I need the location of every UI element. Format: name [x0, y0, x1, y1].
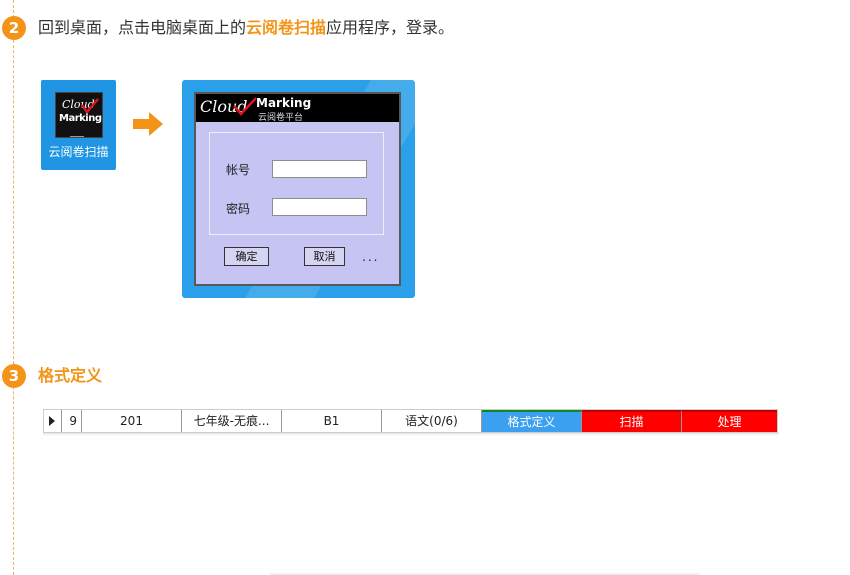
row-shadow: [43, 433, 779, 436]
row-index-cell: 9: [62, 410, 82, 432]
process-button[interactable]: 处理: [682, 410, 777, 432]
step-2-highlight-app-name: 云阅卷扫描: [246, 18, 327, 37]
step-3-title: 格式定义: [38, 366, 103, 385]
brand-marking-text: Marking: [256, 96, 312, 110]
task-table-row[interactable]: 9 201 七年级-无痕... B1 语文(0/6) 格式定义 扫描 处理: [43, 409, 778, 433]
step-2-badge: 2: [2, 16, 26, 40]
password-input[interactable]: [272, 198, 367, 216]
login-form-frame: [209, 132, 384, 235]
arrow-right-icon: [133, 112, 163, 136]
step-2-instruction: 回到桌面，点击电脑桌面上的云阅卷扫描应用程序，登录。: [38, 15, 454, 41]
account-label: 帐号: [226, 163, 251, 177]
scan-button[interactable]: 扫描: [582, 410, 682, 432]
step-2-text-after: 应用程序，登录。: [326, 18, 455, 37]
logo-marking-text: Marking: [59, 113, 102, 124]
desktop-app-icon[interactable]: Cloud Marking 云阅卷扫描: [41, 80, 116, 170]
row-selector[interactable]: [44, 410, 62, 432]
subject-cell: 语文(0/6): [382, 410, 482, 432]
exam-name-cell: 七年级-无痕...: [182, 410, 282, 432]
login-cancel-button[interactable]: 取消: [304, 247, 345, 266]
login-dialog-screenshot: Cloud Marking 云阅卷平台 帐号 密码 确定 取消 ...: [182, 80, 415, 298]
cloudmarking-logo-icon: Cloud Marking: [55, 92, 103, 138]
format-definition-button[interactable]: 格式定义: [482, 410, 582, 432]
exam-id-cell: 201: [82, 410, 182, 432]
password-label: 密码: [226, 202, 251, 216]
account-input[interactable]: [272, 160, 367, 178]
login-ok-button[interactable]: 确定: [224, 247, 269, 266]
login-header-banner: Cloud Marking 云阅卷平台: [196, 94, 399, 122]
step-timeline: [13, 0, 14, 575]
shortcut-arrow-icon: [70, 136, 84, 137]
brand-check-icon: [233, 97, 257, 116]
more-options-button[interactable]: ...: [362, 250, 379, 264]
row-selected-triangle-icon: [49, 416, 55, 426]
desktop-app-label: 云阅卷扫描: [48, 145, 109, 159]
brand-subtitle: 云阅卷平台: [258, 113, 304, 122]
sheet-code-cell: B1: [282, 410, 382, 432]
step-3-badge: 3: [2, 364, 26, 388]
login-window: Cloud Marking 云阅卷平台 帐号 密码 确定 取消 ...: [194, 92, 401, 286]
step-2-text-before: 回到桌面，点击电脑桌面上的: [38, 18, 247, 37]
